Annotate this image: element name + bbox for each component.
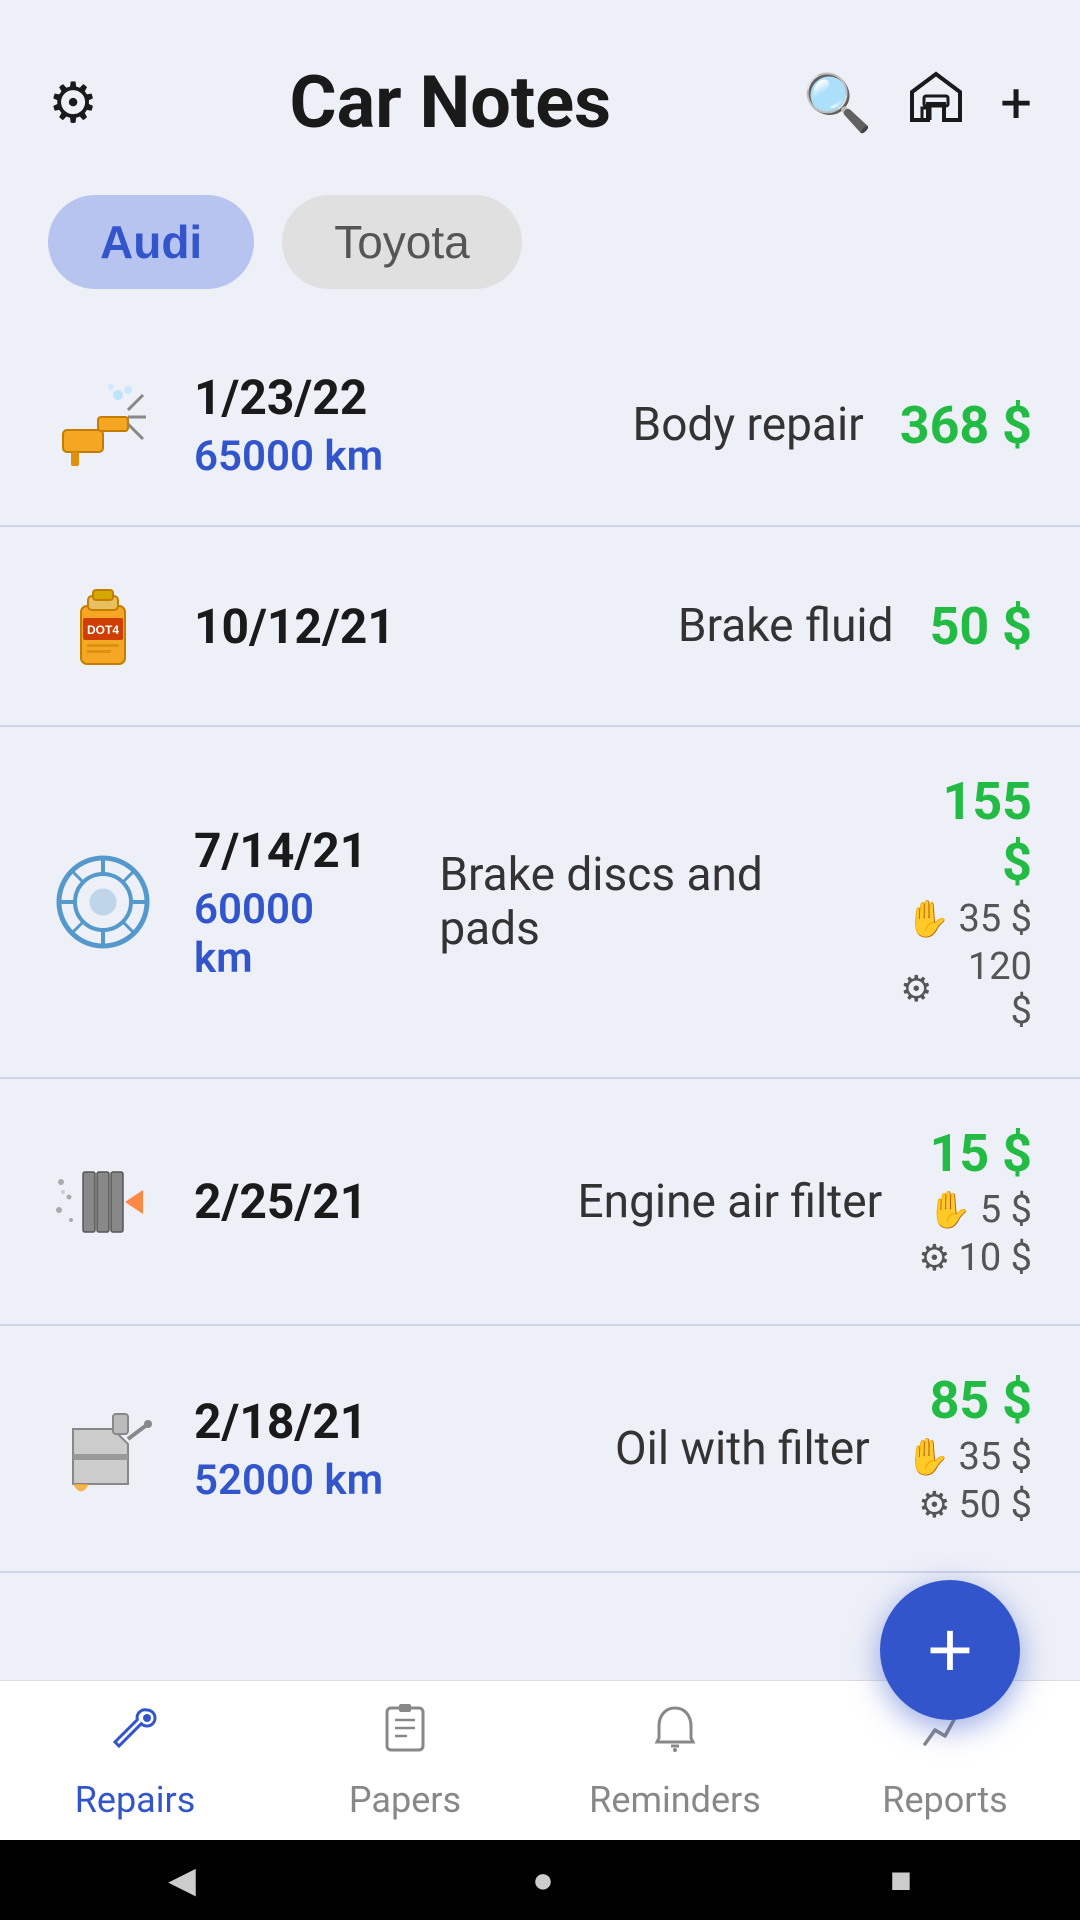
cost-parts: ⚙ 50 $	[918, 1483, 1032, 1527]
repair-km: 65000 km	[194, 432, 561, 481]
nav-item-papers[interactable]: Papers	[270, 1681, 540, 1840]
settings-icon[interactable]: ⚙	[48, 70, 98, 136]
labor-icon: ✋	[906, 898, 951, 940]
repair-icon-air-filter	[48, 1147, 158, 1257]
repair-name: Oil with filter	[615, 1422, 870, 1476]
repair-icon-brake-fluid: DOT4	[48, 571, 158, 681]
recent-button[interactable]: ■	[890, 1859, 912, 1901]
repair-date: 1/23/22	[194, 369, 561, 426]
header-icons-right: 🔍 +	[802, 68, 1032, 138]
repairs-label: Repairs	[75, 1779, 196, 1821]
repair-date: 2/18/21	[194, 1393, 543, 1450]
repair-icon-body-repair	[48, 370, 158, 480]
garage-icon[interactable]	[908, 68, 964, 138]
nav-item-repairs[interactable]: Repairs	[0, 1681, 270, 1840]
cost-total: 368 $	[900, 395, 1032, 456]
parts-icon: ⚙	[918, 1484, 950, 1526]
papers-label: Papers	[349, 1779, 461, 1821]
cost-labor: ✋ 5 $	[927, 1188, 1032, 1232]
repair-list: 1/23/22 65000 km Body repair 368 $ DOT4 …	[0, 325, 1080, 1773]
repair-info: 2/18/21 52000 km	[194, 1393, 543, 1505]
repair-name: Brake fluid	[678, 599, 894, 653]
repair-info: 1/23/22 65000 km	[194, 369, 561, 481]
repair-info: 2/25/21	[194, 1173, 506, 1230]
repair-icon-brake-disc	[48, 847, 158, 957]
repair-cost: 155 $ ✋ 35 $ ⚙ 120 $	[900, 771, 1032, 1033]
home-button[interactable]: ●	[532, 1859, 554, 1901]
repair-item[interactable]: 2/18/21 52000 km Oil with filter 85 $ ✋ …	[0, 1326, 1080, 1573]
repair-name: Body repair	[633, 398, 864, 452]
add-header-icon[interactable]: +	[1000, 70, 1032, 136]
parts-icon: ⚙	[900, 968, 932, 1010]
app-title: Car Notes	[98, 60, 802, 145]
car-tabs: Audi Toyota	[0, 175, 1080, 325]
reports-label: Reports	[882, 1779, 1007, 1821]
cost-labor: ✋ 35 $	[906, 1435, 1032, 1479]
car-tab-audi[interactable]: Audi	[48, 195, 254, 289]
cost-total: 50 $	[930, 596, 1032, 657]
repair-cost: 15 $ ✋ 5 $ ⚙ 10 $	[918, 1123, 1032, 1280]
repair-km: 60000 km	[194, 885, 367, 983]
repair-info: 7/14/21 60000 km	[194, 822, 367, 983]
reminders-icon	[649, 1701, 701, 1769]
car-tab-toyota[interactable]: Toyota	[282, 195, 522, 289]
cost-parts: ⚙ 10 $	[918, 1236, 1032, 1280]
repair-date: 10/12/21	[194, 598, 606, 655]
cost-parts: ⚙ 120 $	[900, 945, 1032, 1033]
repair-name: Brake discs and pads	[439, 848, 864, 956]
repair-item[interactable]: 2/25/21 Engine air filter 15 $ ✋ 5 $ ⚙ 1…	[0, 1079, 1080, 1326]
labor-icon: ✋	[927, 1189, 972, 1231]
repair-info: 10/12/21	[194, 598, 606, 655]
cost-labor: ✋ 35 $	[906, 897, 1032, 941]
cost-total: 155 $	[900, 771, 1032, 893]
repair-cost: 368 $	[900, 395, 1032, 456]
labor-icon: ✋	[906, 1436, 951, 1478]
add-repair-fab[interactable]: +	[880, 1580, 1020, 1720]
app-header: ⚙ Car Notes 🔍 +	[0, 0, 1080, 175]
repair-item[interactable]: 1/23/22 65000 km Body repair 368 $	[0, 325, 1080, 527]
repair-km: 52000 km	[194, 1456, 543, 1505]
cost-total: 15 $	[930, 1123, 1032, 1184]
android-nav-bar: ◀ ● ■	[0, 1840, 1080, 1920]
reminders-label: Reminders	[589, 1779, 761, 1821]
repair-date: 2/25/21	[194, 1173, 506, 1230]
back-button[interactable]: ◀	[168, 1859, 196, 1901]
nav-item-reminders[interactable]: Reminders	[540, 1681, 810, 1840]
repair-item[interactable]: 7/14/21 60000 km Brake discs and pads 15…	[0, 727, 1080, 1079]
search-icon[interactable]: 🔍	[802, 70, 872, 136]
repair-cost: 85 $ ✋ 35 $ ⚙ 50 $	[906, 1370, 1032, 1527]
svg-text:DOT4: DOT4	[87, 623, 119, 637]
parts-icon: ⚙	[918, 1237, 950, 1279]
repair-date: 7/14/21	[194, 822, 367, 879]
repair-name: Engine air filter	[578, 1175, 883, 1229]
repair-item[interactable]: DOT4 10/12/21 Brake fluid 50 $	[0, 527, 1080, 727]
repair-cost: 50 $	[930, 596, 1032, 657]
cost-total: 85 $	[930, 1370, 1032, 1431]
papers-icon	[379, 1701, 431, 1769]
repairs-icon	[109, 1701, 161, 1769]
repair-icon-oil	[48, 1394, 158, 1504]
